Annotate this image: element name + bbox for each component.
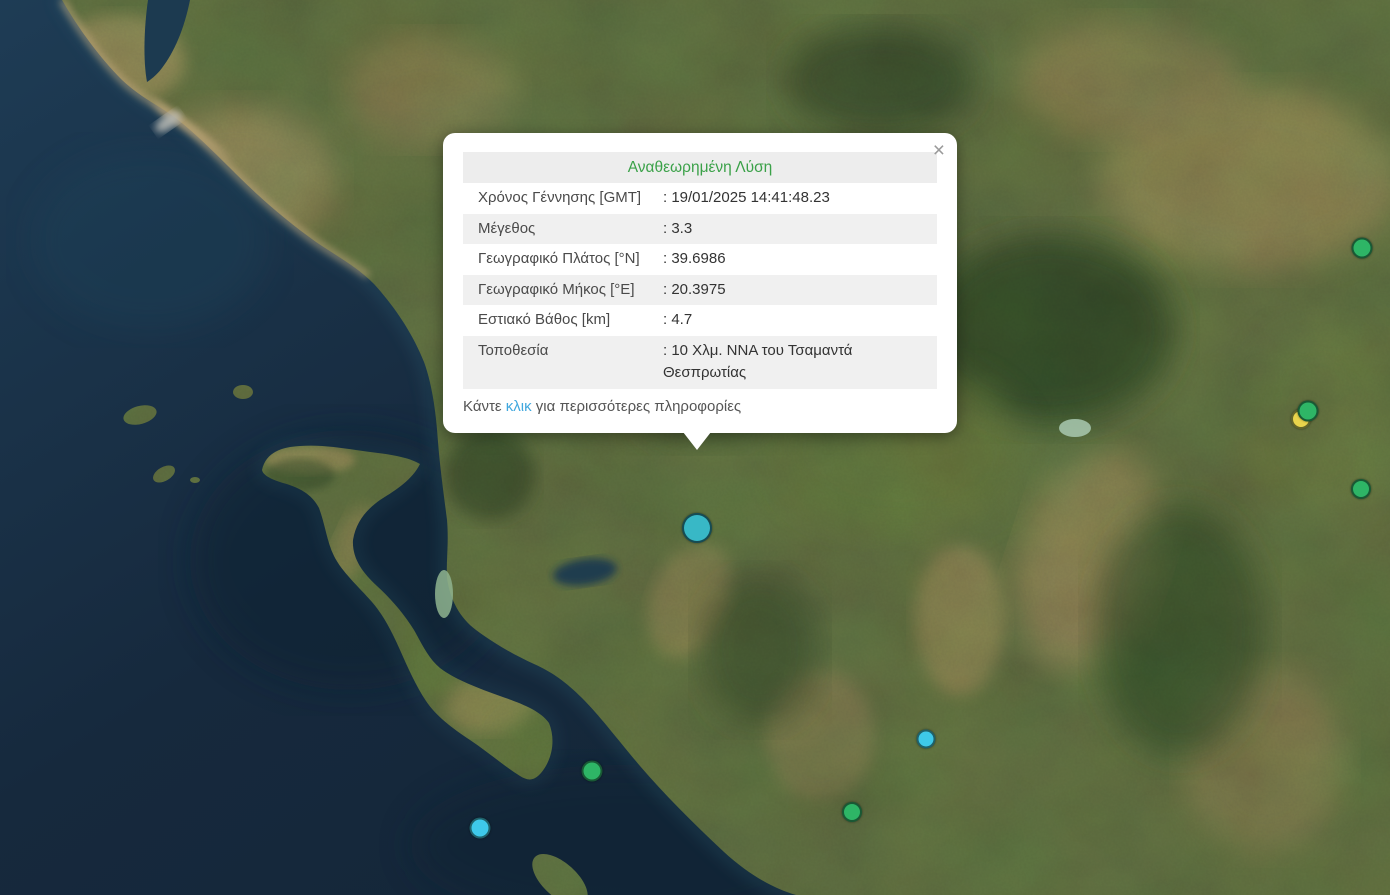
earthquake-marker[interactable] bbox=[1352, 238, 1373, 259]
satellite-map[interactable]: × Αναθεωρημένη Λύση Χρόνος Γέννησης [GMT… bbox=[0, 0, 1390, 895]
popup-tail bbox=[683, 432, 711, 450]
earthquake-popup: × Αναθεωρημένη Λύση Χρόνος Γέννησης [GMT… bbox=[443, 133, 957, 433]
earthquake-marker[interactable] bbox=[470, 818, 491, 839]
more-info-link[interactable]: κλικ bbox=[506, 398, 532, 415]
row-label: Εστιακό Βάθος [km] bbox=[478, 309, 663, 332]
row-value: : 39.6986 bbox=[663, 248, 929, 271]
row-depth: Εστιακό Βάθος [km] : 4.7 bbox=[463, 305, 937, 336]
row-value: : 4.7 bbox=[663, 309, 929, 332]
earthquake-marker[interactable] bbox=[917, 730, 936, 749]
row-longitude: Γεωγραφικό Μήκος [°E] : 20.3975 bbox=[463, 275, 937, 306]
footer-text: για περισσότερες πληροφορίες bbox=[532, 398, 742, 415]
row-value: : 19/01/2025 14:41:48.23 bbox=[663, 187, 929, 210]
row-label: Τοποθεσία bbox=[478, 340, 663, 385]
row-magnitude: Μέγεθος : 3.3 bbox=[463, 214, 937, 245]
row-latitude: Γεωγραφικό Πλάτος [°N] : 39.6986 bbox=[463, 244, 937, 275]
earthquake-marker[interactable] bbox=[1351, 479, 1371, 499]
selected-earthquake-marker[interactable] bbox=[682, 513, 712, 543]
row-value: : 20.3975 bbox=[663, 279, 929, 302]
earthquake-marker[interactable] bbox=[582, 761, 603, 782]
footer-text: Κάντε bbox=[463, 398, 506, 415]
earthquake-marker[interactable] bbox=[1298, 401, 1319, 422]
row-label: Γεωγραφικό Μήκος [°E] bbox=[478, 279, 663, 302]
row-label: Μέγεθος bbox=[478, 218, 663, 241]
row-location: Τοποθεσία : 10 Χλμ. ΝΝΑ του Τσαμαντά Θεσ… bbox=[463, 336, 937, 389]
row-value: : 10 Χλμ. ΝΝΑ του Τσαμαντά Θεσπρωτίας bbox=[663, 340, 929, 385]
earthquake-marker[interactable] bbox=[842, 802, 862, 822]
popup-table: Χρόνος Γέννησης [GMT] : 19/01/2025 14:41… bbox=[463, 183, 937, 389]
row-label: Χρόνος Γέννησης [GMT] bbox=[478, 187, 663, 210]
close-icon[interactable]: × bbox=[933, 140, 945, 161]
row-label: Γεωγραφικό Πλάτος [°N] bbox=[478, 248, 663, 271]
row-value: : 3.3 bbox=[663, 218, 929, 241]
popup-footer: Κάντε κλικ για περισσότερες πληροφορίες bbox=[463, 389, 937, 421]
popup-title: Αναθεωρημένη Λύση bbox=[463, 152, 937, 183]
earthquake-map-page: × Αναθεωρημένη Λύση Χρόνος Γέννησης [GMT… bbox=[0, 0, 1390, 895]
row-origin-time: Χρόνος Γέννησης [GMT] : 19/01/2025 14:41… bbox=[463, 183, 937, 214]
